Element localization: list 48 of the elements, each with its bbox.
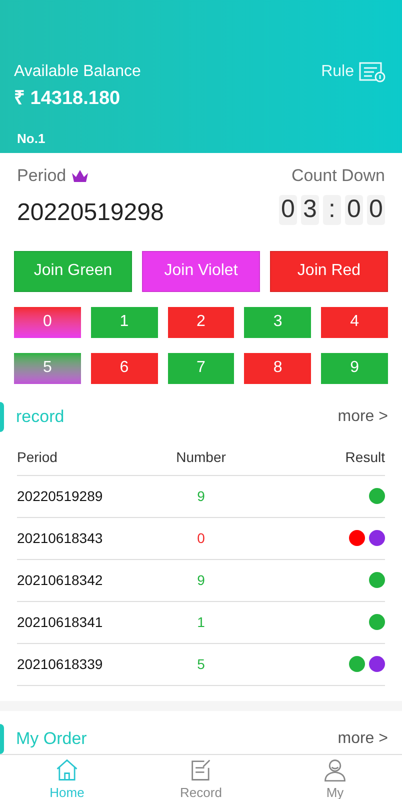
countdown-digit: 0: [367, 194, 385, 224]
countdown-label: Count Down: [291, 165, 385, 187]
home-icon: [54, 756, 80, 783]
table-cell-text: 9: [197, 486, 205, 506]
column-header: Result: [345, 448, 385, 466]
number-button[interactable]: 6: [90, 352, 158, 384]
number-button[interactable]: 2: [168, 306, 234, 338]
number-button[interactable]: 1: [90, 306, 158, 338]
number-button[interactable]: 5: [14, 352, 81, 384]
table-cell-text: 5: [197, 654, 205, 674]
more-link[interactable]: more >: [338, 404, 388, 428]
countdown-digit: :: [323, 194, 341, 224]
rule-button[interactable]: Rule: [321, 60, 388, 84]
countdown-digit: 0: [345, 194, 363, 224]
user-icon: [322, 756, 348, 783]
table-cell-text: 20210618342: [17, 570, 104, 590]
section-title: record: [16, 406, 64, 428]
number-button[interactable]: 7: [168, 352, 234, 384]
table-cell-text: 1: [197, 612, 205, 632]
join-button[interactable]: Join Green: [14, 250, 132, 292]
table-cell-text: 20210618339: [17, 654, 104, 674]
table-cell-text: 9: [197, 570, 205, 590]
nav-tab[interactable]: Home: [0, 754, 134, 799]
number-button[interactable]: 0: [14, 306, 81, 338]
more-link[interactable]: more >: [338, 726, 388, 750]
table-cell-text: 20210618343: [17, 528, 104, 548]
document-icon: [358, 61, 386, 83]
join-button[interactable]: Join Red: [270, 250, 388, 292]
table-cell-text: 20210618341: [17, 612, 104, 632]
period-number: 20220519298: [17, 198, 164, 228]
table-cell-text: 0: [197, 528, 205, 548]
number-button[interactable]: 9: [321, 352, 388, 384]
nav-tab[interactable]: Record: [134, 754, 268, 799]
section-title: My Order: [16, 728, 87, 750]
number-button[interactable]: 4: [321, 306, 388, 338]
rank-label: No.1: [17, 130, 46, 148]
countdown-digit: 3: [301, 194, 319, 224]
column-header: Period: [17, 448, 58, 466]
number-button[interactable]: 3: [244, 306, 312, 338]
balance-label: Available Balance: [14, 62, 141, 82]
join-button[interactable]: Join Violet: [142, 250, 260, 292]
balance-amount: ₹ 14318.180: [14, 87, 122, 111]
countdown-digit: 0: [279, 194, 297, 224]
period-label: Period: [17, 165, 66, 187]
crown-icon: [70, 168, 90, 184]
number-button[interactable]: 8: [244, 352, 312, 384]
column-header: Number: [176, 448, 226, 466]
table-cell-text: 20220519289: [17, 486, 104, 506]
